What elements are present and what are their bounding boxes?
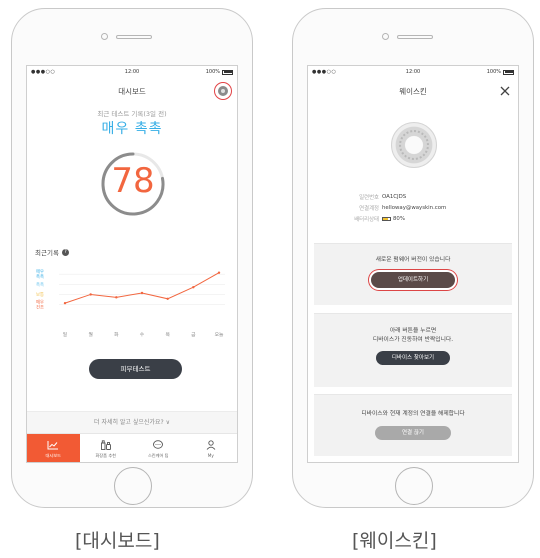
speaker-grille — [116, 35, 152, 39]
home-button[interactable] — [114, 467, 152, 505]
dashboard-screen: ●●●○○ 12:00 100% 대시보드 최근 테스트 기록(3일 전) 매우… — [26, 65, 238, 463]
navigation-bar: 웨이스킨 — [308, 79, 518, 103]
chart-x-label: 수 — [140, 332, 145, 338]
battery-label: 배터리상태 — [354, 217, 379, 223]
chart-x-label: 월 — [88, 331, 92, 338]
battery-indicator: 100% — [487, 69, 514, 75]
account-row: 연결계정 helloway@wayskin.com — [308, 204, 518, 212]
tab-label: 화장품 추천 — [95, 452, 117, 458]
battery-icon — [503, 69, 514, 75]
chart-point — [115, 296, 118, 299]
chevron-down-icon: ∨ — [165, 419, 170, 426]
phone-dashboard: ●●●○○ 12:00 100% 대시보드 최근 테스트 기록(3일 전) 매우… — [11, 8, 253, 508]
chart-y-label: 건조 — [36, 304, 44, 311]
chart-x-label: 화 — [114, 332, 119, 338]
device-settings-button[interactable] — [214, 82, 232, 100]
page-title: 대시보드 — [118, 87, 146, 96]
chart-point — [89, 293, 92, 296]
account-value: helloway@wayskin.com — [382, 205, 447, 211]
device-battery-icon — [382, 217, 391, 221]
chart-y-label: 보통 — [36, 292, 44, 298]
find-device-button[interactable]: 디바이스 찾아보기 — [376, 351, 450, 365]
serial-label: 일련번호 — [359, 195, 379, 201]
wayskin-screen: ●●●○○ 12:00 100% 웨이스킨 일련번호 OA1CJDS 연결계정 … — [307, 65, 519, 463]
find-text-line-2: 디바이스가 진동하여 반짝입니다. — [372, 337, 454, 343]
serial-row: 일련번호 OA1CJDS — [308, 193, 518, 201]
home-button[interactable] — [395, 467, 433, 505]
more-info-bar[interactable]: 더 자세히 알고 싶으신가요? ∨ — [27, 411, 237, 433]
phone-wayskin: ●●●○○ 12:00 100% 웨이스킨 일련번호 OA1CJDS 연결계정 … — [292, 8, 534, 508]
tab-bar: 대시보드 화장품 추천 스킨케어 팁 My — [27, 433, 238, 462]
chart-y-label: 매우 — [36, 299, 44, 306]
chat-icon — [153, 439, 164, 449]
tab-label: 대시보드 — [45, 452, 61, 458]
update-text: 새로운 펌웨어 버전이 있습니다 — [375, 257, 451, 263]
chart-x-label: 오늘 — [215, 331, 224, 338]
battery-indicator: 100% — [206, 69, 233, 75]
firmware-update-card: 새로운 펌웨어 버전이 있습니다 업데이트하기 — [314, 243, 512, 305]
disconnect-text: 디바이스와 현재 계정의 연결을 해제합니다 — [361, 411, 465, 417]
history-chart: 매우촉촉촉촉보통매우건조일 월 화 수 목 금 오늘 — [36, 268, 225, 338]
battery-value: 80% — [393, 216, 405, 222]
status-bar: ●●●○○ 12:00 100% — [308, 66, 518, 78]
account-label: 연결계정 — [359, 206, 379, 212]
chart-point — [166, 297, 169, 300]
chart-x-label: 목 — [165, 332, 170, 338]
battery-row: 배터리상태 80% — [308, 215, 518, 223]
chart-icon — [47, 440, 59, 449]
disconnect-button[interactable]: 연결 끊기 — [375, 426, 451, 440]
speaker-grille — [397, 35, 433, 39]
battery-percent: 100% — [486, 69, 501, 75]
status-bar: ●●●○○ 12:00 100% — [27, 66, 237, 78]
person-icon — [206, 440, 216, 450]
chart-y-label: 매우 — [36, 268, 44, 275]
close-icon[interactable] — [498, 84, 512, 98]
chart-x-label: 일 — [63, 331, 67, 338]
chart-y-label: 촉촉 — [36, 281, 44, 288]
score-value: 78 — [111, 161, 155, 201]
serial-value: OA1CJDS — [382, 194, 407, 200]
caption-wayskin: [웨이스킨] — [352, 530, 437, 552]
tab-skincare-tips[interactable]: 스킨케어 팁 — [132, 434, 185, 462]
battery-icon — [222, 69, 233, 75]
device-image — [391, 122, 437, 168]
history-title: 최근기록 ? — [35, 247, 69, 257]
chart-point — [192, 286, 195, 289]
tab-cosmetics[interactable]: 화장품 추천 — [80, 434, 133, 462]
chart-point — [217, 271, 221, 274]
skin-status-text: 매우 촉촉 — [101, 121, 163, 137]
front-camera — [382, 33, 389, 40]
more-info-text: 더 자세히 알고 싶으신가요? — [94, 419, 164, 426]
chart-point — [140, 291, 144, 295]
front-camera — [101, 33, 108, 40]
help-icon[interactable]: ? — [61, 248, 69, 256]
chart-series-line — [64, 272, 220, 304]
device-icon — [218, 86, 228, 96]
chart-y-label: 촉촉 — [36, 273, 44, 280]
update-button[interactable]: 업데이트하기 — [371, 272, 455, 288]
cosmetics-icon — [100, 439, 111, 450]
page-title: 웨이스킨 — [399, 87, 427, 96]
score-gauge: 78 — [98, 149, 168, 219]
tab-label: My — [207, 453, 214, 458]
disconnect-card: 디바이스와 현재 계정의 연결을 해제합니다 연결 끊기 — [314, 394, 512, 456]
battery-status: 80% — [382, 215, 405, 223]
tab-my[interactable]: My — [185, 434, 238, 462]
history-title-label: 최근기록 — [35, 249, 59, 257]
tab-label: 스킨케어 팁 — [147, 452, 169, 458]
chart-point — [63, 301, 67, 305]
find-device-card: 아래 버튼을 누르면 디바이스가 진동하여 반짝입니다. 디바이스 찾아보기 — [314, 313, 512, 387]
find-text-line-1: 아래 버튼을 누르면 — [389, 328, 437, 334]
skin-test-button[interactable]: 피부테스트 — [89, 359, 182, 379]
chart-x-label: 금 — [191, 332, 196, 338]
tab-dashboard[interactable]: 대시보드 — [27, 434, 80, 462]
battery-percent: 100% — [205, 69, 220, 75]
navigation-bar: 대시보드 — [27, 79, 237, 103]
recent-test-label: 최근 테스트 기록(3일 전) — [97, 110, 167, 118]
caption-dashboard: [대시보드] — [75, 530, 160, 552]
